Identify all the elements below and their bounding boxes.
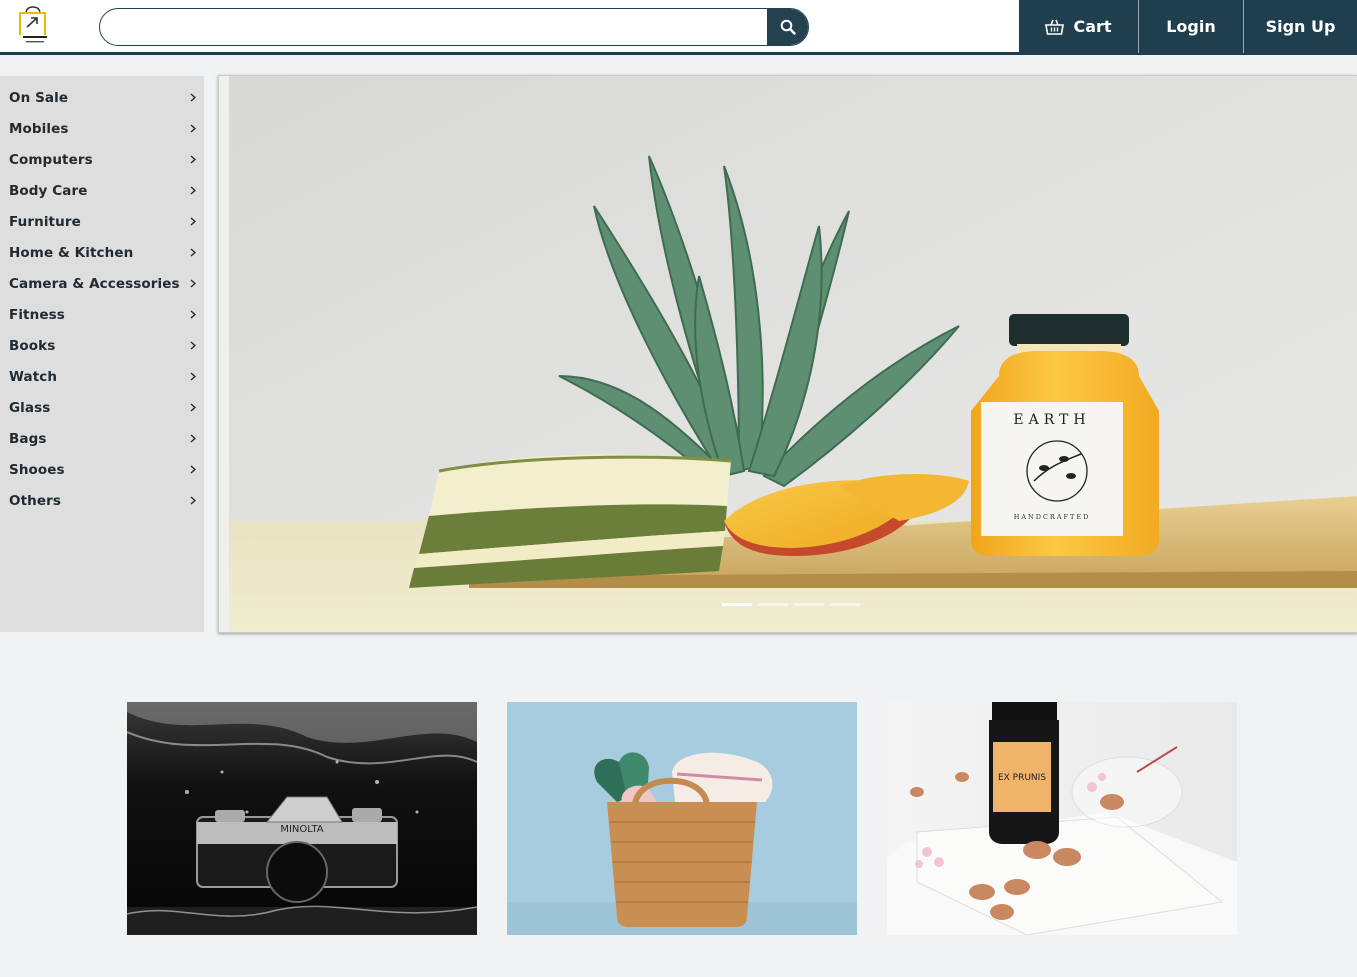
login-button[interactable]: Login xyxy=(1139,0,1244,53)
camera-brand-text: MINOLTA xyxy=(280,824,323,835)
chevron-right-icon xyxy=(190,155,196,164)
straw-basket-image xyxy=(507,702,857,935)
sidebar-item-label: Others xyxy=(9,492,61,509)
chevron-right-icon xyxy=(190,310,196,319)
chevron-right-icon xyxy=(190,186,196,195)
header-nav: Cart Login Sign Up xyxy=(1019,0,1357,53)
promo-tile-oil[interactable]: EX PRUNIS xyxy=(887,702,1237,935)
category-sidebar: On Sale Mobiles Computers Body Care Furnitur… xyxy=(0,76,204,632)
signup-button[interactable]: Sign Up xyxy=(1244,0,1357,53)
slide-indicator-4[interactable] xyxy=(830,603,860,606)
sidebar-item-label: Furniture xyxy=(9,213,81,230)
chevron-right-icon xyxy=(190,217,196,226)
sidebar-item-on-sale[interactable]: On Sale xyxy=(0,82,204,113)
sidebar-item-mobiles[interactable]: Mobiles xyxy=(0,113,204,144)
login-label: Login xyxy=(1166,17,1216,36)
chevron-right-icon xyxy=(190,341,196,350)
search-button[interactable] xyxy=(767,9,808,45)
sidebar-item-label: Camera & Accessories xyxy=(9,275,180,292)
sidebar-item-camera-accessories[interactable]: Camera & Accessories xyxy=(0,268,204,299)
sidebar-item-others[interactable]: Others xyxy=(0,485,204,516)
jar-sub-text: HANDCRAFTED xyxy=(1014,513,1091,521)
sidebar-item-bags[interactable]: Bags xyxy=(0,423,204,454)
sidebar-item-body-care[interactable]: Body Care xyxy=(0,175,204,206)
chevron-right-icon xyxy=(190,248,196,257)
bottle-label-text: EX PRUNIS xyxy=(998,773,1046,783)
top-header: Cart Login Sign Up xyxy=(0,0,1357,55)
slider-indicators xyxy=(722,603,860,606)
shopping-bag-logo-icon xyxy=(19,6,53,43)
sidebar-item-furniture[interactable]: Furniture xyxy=(0,206,204,237)
chevron-right-icon xyxy=(190,434,196,443)
promo-tile-basket[interactable] xyxy=(507,702,857,935)
chevron-right-icon xyxy=(190,372,196,381)
sidebar-item-fitness[interactable]: Fitness xyxy=(0,299,204,330)
chevron-right-icon xyxy=(190,93,196,102)
store-logo[interactable] xyxy=(17,5,55,45)
sidebar-item-label: Books xyxy=(9,337,56,354)
sidebar-item-label: Glass xyxy=(9,399,51,416)
sidebar-item-label: Shooes xyxy=(9,461,65,478)
promo-tile-camera[interactable]: MINOLTA xyxy=(127,702,477,935)
chevron-right-icon xyxy=(190,403,196,412)
sidebar-item-label: Computers xyxy=(9,151,93,168)
slide-indicator-2[interactable] xyxy=(758,603,788,606)
sidebar-item-label: Watch xyxy=(9,368,58,385)
sidebar-item-watch[interactable]: Watch xyxy=(0,361,204,392)
search-bar xyxy=(99,8,809,46)
chevron-right-icon xyxy=(190,279,196,288)
search-icon xyxy=(780,19,796,35)
sidebar-item-glass[interactable]: Glass xyxy=(0,392,204,423)
jar-brand-text: EARTH xyxy=(1013,412,1090,428)
sidebar-item-shooes[interactable]: Shooes xyxy=(0,454,204,485)
almond-oil-bottle-image: EX PRUNIS xyxy=(887,702,1237,935)
basket-icon xyxy=(1045,19,1065,35)
sidebar-item-label: Bags xyxy=(9,430,47,447)
chevron-right-icon xyxy=(190,124,196,133)
camera-underwater-image: MINOLTA xyxy=(127,702,477,935)
slide-indicator-3[interactable] xyxy=(794,603,824,606)
hero-image-pineapple-juice: EARTH HANDCRAFTED xyxy=(219,76,1357,632)
sidebar-item-books[interactable]: Books xyxy=(0,330,204,361)
cart-label: Cart xyxy=(1073,17,1112,36)
sidebar-item-label: Mobiles xyxy=(9,120,69,137)
sidebar-item-home-kitchen[interactable]: Home & Kitchen xyxy=(0,237,204,268)
sidebar-item-label: Fitness xyxy=(9,306,65,323)
chevron-right-icon xyxy=(190,496,196,505)
search-input[interactable] xyxy=(100,9,768,44)
sidebar-item-label: Body Care xyxy=(9,182,88,199)
sidebar-item-computers[interactable]: Computers xyxy=(0,144,204,175)
sidebar-item-label: Home & Kitchen xyxy=(9,244,134,261)
signup-label: Sign Up xyxy=(1265,17,1336,36)
sidebar-item-label: On Sale xyxy=(9,89,69,106)
chevron-right-icon xyxy=(190,465,196,474)
hero-slider[interactable]: EARTH HANDCRAFTED xyxy=(218,75,1357,633)
cart-button[interactable]: Cart xyxy=(1019,0,1139,53)
slide-indicator-1[interactable] xyxy=(722,603,752,606)
